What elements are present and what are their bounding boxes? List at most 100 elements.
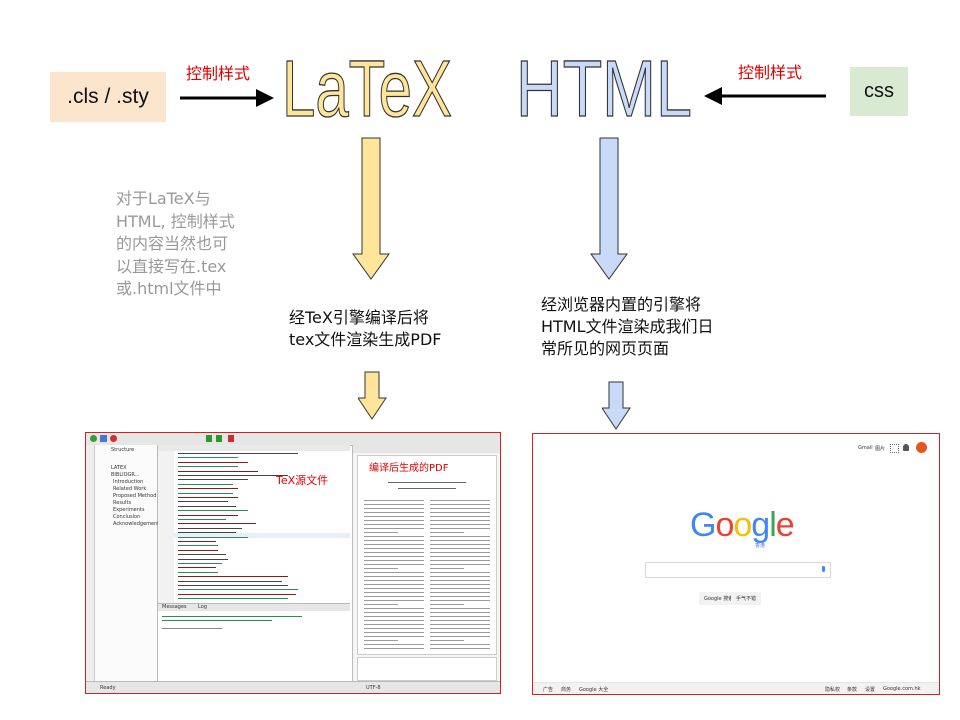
code-line (178, 510, 248, 512)
structure-item[interactable]: BIBLIOGR... (111, 472, 139, 478)
message-line (162, 620, 272, 621)
pdf-text-line (364, 564, 424, 565)
pdf-text-line (430, 540, 490, 541)
structure-item[interactable]: Experiments (113, 507, 145, 513)
pdf-text-line (430, 604, 464, 605)
pdf-text-line (364, 516, 424, 517)
pdf-text-line (364, 612, 424, 613)
logo-sub: 香港 (755, 543, 766, 549)
latex-small-arrow (358, 371, 387, 420)
view-icon[interactable] (228, 435, 234, 442)
logo-letter: G (690, 506, 716, 544)
pdf-text-line (430, 584, 490, 585)
pdf-text-line (430, 572, 490, 573)
lucky-button[interactable]: 手气不错 (731, 592, 762, 605)
pdf-text-line (364, 532, 398, 533)
pdf-text-line (430, 636, 490, 637)
apps-grid-icon[interactable] (890, 444, 899, 453)
code-line (178, 541, 216, 542)
images-link[interactable]: 图片 (875, 445, 885, 452)
compile-icon[interactable] (206, 435, 212, 442)
pdf-text-line (364, 640, 398, 641)
pdf-text-line (364, 628, 424, 629)
pdf-text-line (364, 588, 424, 589)
footer-google-hk[interactable]: Google.com.hk (883, 686, 921, 692)
notifications-icon[interactable] (903, 444, 909, 451)
pdf-text-line (430, 624, 490, 625)
pdf-text-line (430, 632, 490, 633)
pdf-text-line (430, 560, 490, 561)
html-step-line: 常所见的网页页面 (541, 339, 670, 358)
pdf-text-line (364, 632, 424, 633)
browser-screenshot: Gmail 图片 Google 香港 Google 搜索 手气不错 广告 商务 … (532, 433, 940, 695)
editor-tab[interactable] (158, 445, 350, 451)
pdf-text-line (364, 520, 424, 521)
status-bar: Ready UTF-8 (86, 681, 500, 693)
code-editor[interactable]: TeX源文件 (158, 445, 350, 603)
footer-privacy[interactable]: 隐私权 (825, 686, 840, 693)
status-text: Ready (100, 685, 116, 691)
pdf-text-line (364, 644, 424, 645)
structure-item[interactable]: Proposed Method (113, 493, 156, 499)
footer-settings[interactable]: 设置 (865, 686, 875, 693)
code-line (178, 514, 238, 516)
code-line (178, 598, 288, 600)
pdf-text-line (430, 520, 490, 521)
pdf-text-line (430, 628, 490, 629)
stop-icon[interactable] (110, 435, 117, 442)
new-icon[interactable] (90, 435, 97, 442)
code-line (178, 558, 228, 560)
pdf-text-line (364, 544, 424, 545)
avatar[interactable] (916, 442, 927, 453)
pdf-text-line (430, 612, 490, 613)
gmail-link[interactable]: Gmail (858, 445, 873, 451)
pdf-viewer: 编译后生成的PDF (352, 445, 500, 681)
structure-item[interactable]: Related Work (113, 486, 146, 492)
pdf-text-line (430, 648, 490, 649)
code-line (178, 527, 242, 529)
latex-title-text: LaTeX (282, 44, 452, 124)
code-line (178, 461, 248, 463)
structure-title: Structure (111, 447, 135, 453)
footer-business[interactable]: 商务 (561, 686, 571, 693)
pdf-text-line (364, 548, 424, 549)
structure-item[interactable]: Results (113, 500, 131, 506)
pdf-toolbar (353, 445, 500, 453)
search-input[interactable] (645, 562, 831, 578)
structure-item[interactable]: LATEX (111, 465, 127, 471)
footer-ads[interactable]: 广告 (543, 686, 553, 693)
code-line (178, 519, 226, 520)
mic-icon[interactable] (822, 566, 825, 572)
open-icon[interactable] (100, 435, 107, 442)
structure-item[interactable]: Conclusion (113, 514, 140, 520)
code-line (178, 523, 256, 525)
pdf-text-line (364, 504, 424, 505)
code-line (178, 457, 238, 459)
code-line (178, 475, 288, 476)
log-tab[interactable]: Log (198, 604, 207, 610)
side-note-line: 以直接写在.tex (116, 256, 227, 276)
html-step-line: 经浏览器内置的引擎将 (541, 295, 702, 314)
footer-about[interactable]: Google 大全 (579, 686, 608, 693)
run-icon[interactable] (216, 435, 222, 442)
message-line (162, 616, 302, 617)
pdf-text-line (364, 584, 424, 585)
pdf-text-line (364, 580, 424, 581)
encoding-text[interactable]: UTF-8 (366, 685, 381, 691)
code-line (178, 536, 248, 538)
pdf-text-line (364, 620, 424, 621)
pdf-text-line (430, 516, 490, 517)
pdf-text-line (364, 604, 398, 605)
code-line (178, 470, 258, 472)
code-line (178, 589, 298, 591)
structure-item[interactable]: Introduction (113, 479, 143, 485)
pdf-text-line (430, 596, 490, 597)
code-line (178, 545, 218, 547)
messages-tab[interactable]: Messages (162, 604, 187, 610)
structure-item[interactable]: Acknowledgements (113, 521, 162, 527)
control-style-label-right: 控制样式 (738, 63, 803, 82)
pdf-text-line (430, 592, 490, 593)
footer-terms[interactable]: 条款 (847, 686, 857, 693)
footer: 广告 商务 Google 大全 隐私权 条款 设置 Google.com.hk (533, 682, 939, 694)
html-step-text: 经浏览器内置的引擎将 HTML文件渲染成我们日 常所见的网页页面 (541, 294, 714, 360)
